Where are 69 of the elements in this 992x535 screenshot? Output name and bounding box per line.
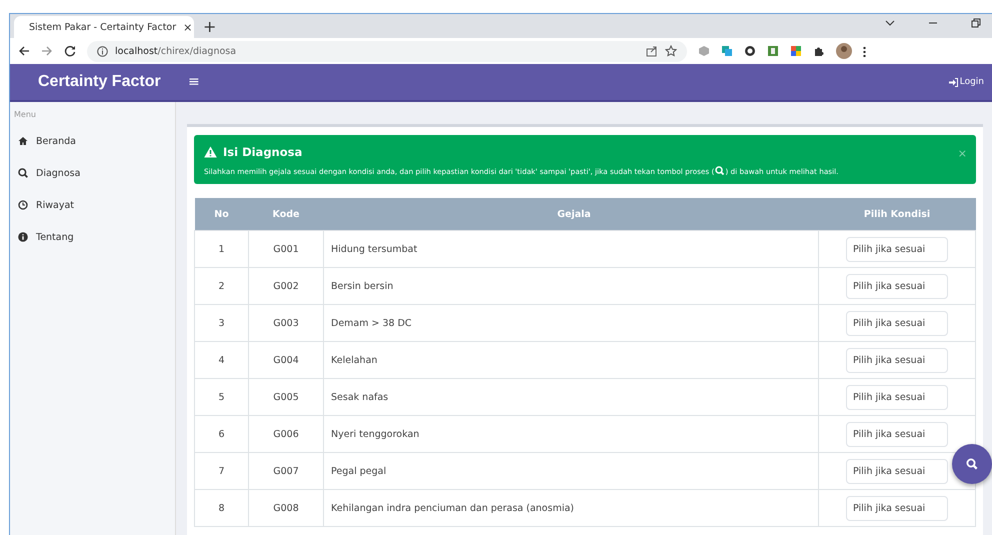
condition-select[interactable]: Pilih jika sesuai	[846, 274, 948, 298]
brand-title[interactable]: Certainty Factor	[10, 73, 177, 91]
info-icon	[97, 46, 108, 56]
table-cell: G002	[248, 268, 324, 304]
condition-select[interactable]: Pilih jika sesuai	[846, 496, 948, 520]
table-cell: Demam > 38 DC	[324, 304, 818, 342]
table-cell: 3	[194, 304, 248, 342]
condition-select[interactable]: Pilih jika sesuai	[846, 310, 948, 336]
column-header: No	[194, 198, 248, 230]
back-icon[interactable]	[18, 45, 30, 57]
search-icon	[18, 168, 28, 178]
star-icon[interactable]	[665, 45, 677, 57]
menu-icon[interactable]	[863, 46, 866, 56]
column-header: Pilih Kondisi	[818, 198, 976, 230]
browser-tab[interactable]: Sistem Pakar - Certainty Factor ×	[14, 16, 194, 38]
reload-icon[interactable]	[64, 45, 76, 57]
table-cell: G004	[248, 342, 324, 378]
column-header: Gejala	[324, 198, 818, 230]
table-cell: 2	[194, 268, 248, 304]
menu-toggle[interactable]: ≡	[188, 74, 200, 90]
restore-icon[interactable]	[971, 18, 981, 28]
table-cell: Sesak nafas	[324, 378, 818, 416]
table-cell: 5	[194, 378, 248, 416]
table-cell: Pegal pegal	[324, 452, 818, 490]
condition-select[interactable]: Pilih jika sesuai	[846, 236, 948, 262]
column-header: Kode	[248, 198, 324, 230]
sign-in-icon	[948, 78, 958, 86]
home-icon	[18, 136, 28, 146]
close-tab-button[interactable]: ×	[183, 20, 192, 34]
table-cell: Hidung tersumbat	[324, 230, 818, 268]
clock-icon	[18, 200, 28, 210]
table-cell: 6	[194, 416, 248, 452]
alert-title: Isi Diagnosa	[223, 145, 302, 159]
sidebar-item[interactable]: Diagnosa	[10, 157, 175, 189]
table-cell: G008	[248, 490, 324, 526]
table-cell: G007	[248, 452, 324, 490]
info-icon	[18, 232, 28, 242]
avatar-icon[interactable]	[836, 43, 852, 59]
search-icon	[966, 458, 978, 470]
condition-select[interactable]: Pilih jika sesuai	[846, 348, 948, 372]
puzzle-icon[interactable]	[813, 45, 825, 57]
table-cell: Kehilangan indra penciuman dan perasa (anosmia)	[324, 490, 818, 526]
tab-title: Sistem Pakar - Certainty Factor	[29, 22, 176, 32]
forward-icon[interactable]	[41, 45, 53, 57]
table-cell: G001	[248, 230, 324, 268]
menu-heading: Menu	[13, 110, 37, 121]
address-bar[interactable]: localhost/chirex/diagnosa	[87, 40, 687, 62]
condition-select[interactable]: Pilih jika sesuai	[846, 422, 948, 446]
condition-select[interactable]: Pilih jika sesuai	[846, 384, 948, 410]
login-link[interactable]: Login	[948, 77, 984, 87]
share-icon[interactable]	[646, 45, 658, 57]
table-cell: G003	[248, 304, 324, 342]
new-tab-button[interactable]: +	[203, 16, 216, 38]
condition-select[interactable]: Pilih jika sesuai	[846, 458, 948, 484]
table-cell: G006	[248, 416, 324, 452]
search-icon	[715, 166, 724, 175]
table-cell: 1	[194, 230, 248, 268]
table-cell: Kelelahan	[324, 342, 818, 378]
table-cell: 8	[194, 490, 248, 526]
table-cell: 7	[194, 452, 248, 490]
sidebar-item[interactable]: Tentang	[10, 221, 175, 253]
chevron-down-icon[interactable]	[885, 18, 895, 28]
sidebar-item[interactable]: Beranda	[10, 125, 175, 157]
table-cell: 4	[194, 342, 248, 378]
sidebar-item[interactable]: Riwayat	[10, 189, 175, 221]
warning-icon	[204, 146, 217, 158]
table-cell: Bersin bersin	[324, 268, 818, 304]
table-cell: G005	[248, 378, 324, 416]
table-cell: Nyeri tenggorokan	[324, 416, 818, 452]
